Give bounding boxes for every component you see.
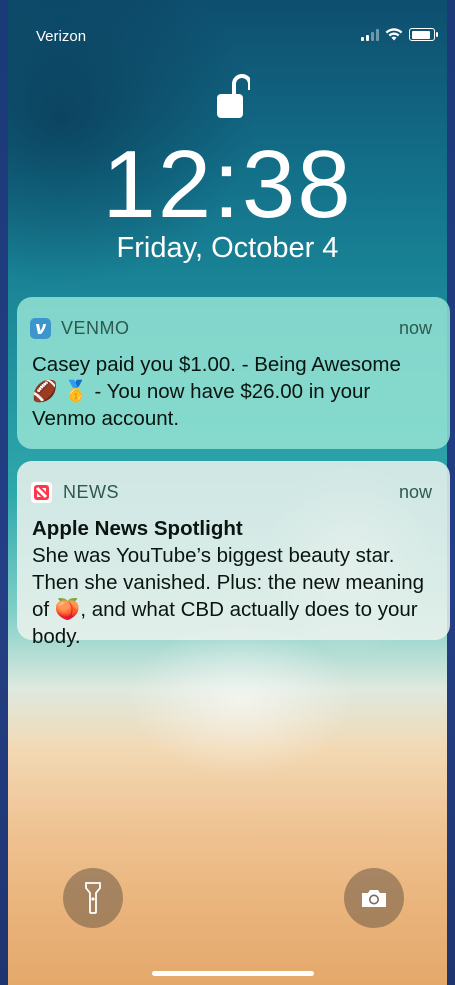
lock-screen: Verizon 12:38 Friday, October 4 VENMO no…	[0, 0, 455, 985]
notification-header: NEWS now	[30, 480, 432, 504]
camera-button[interactable]	[344, 868, 404, 928]
apple-news-icon	[30, 480, 53, 504]
flashlight-icon	[85, 882, 101, 914]
flashlight-button[interactable]	[63, 868, 123, 928]
notification-time: now	[398, 317, 432, 338]
wifi-icon	[385, 28, 403, 41]
carrier-name: Verizon	[36, 28, 87, 45]
notification-body: Casey paid you $1.00. - Being Awesome 🏈 …	[32, 353, 401, 430]
notification-venmo[interactable]: VENMO now Casey paid you $1.00. - Being …	[17, 297, 450, 449]
notification-title: Apple News Spotlight	[32, 517, 243, 540]
lock-screen-time: 12:38	[102, 131, 353, 238]
lock-screen-date: Friday, October 4	[116, 232, 339, 264]
notification-header: VENMO now	[30, 317, 432, 339]
notification-app-name: NEWS	[63, 481, 119, 502]
cellular-signal-icon	[361, 28, 379, 41]
camera-icon	[362, 890, 386, 907]
notification-app-name: VENMO	[61, 317, 130, 338]
status-icons	[361, 28, 438, 41]
notification-news[interactable]: NEWS now Apple News Spotlight She was Yo…	[17, 461, 450, 648]
notification-body: She was YouTube’s biggest beauty star. T…	[32, 544, 425, 648]
unlocked-padlock-icon	[217, 74, 250, 118]
notification-time: now	[398, 481, 432, 502]
battery-icon	[409, 28, 438, 41]
notification-body-container: Apple News Spotlight She was YouTube’s b…	[32, 515, 432, 650]
status-bar: Verizon	[36, 24, 438, 48]
venmo-icon	[30, 317, 51, 339]
home-indicator[interactable]	[152, 971, 314, 976]
